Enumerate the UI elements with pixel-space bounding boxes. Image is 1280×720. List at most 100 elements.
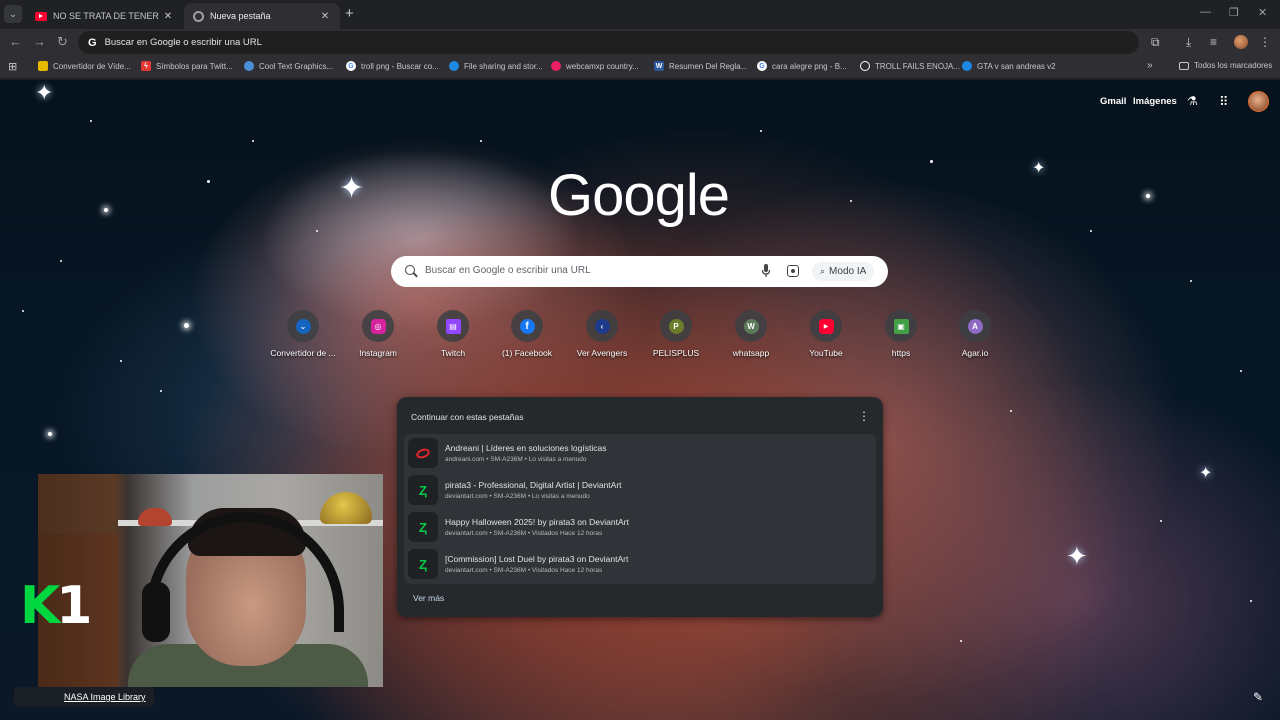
item-title: Andreani | Líderes en soluciones logísti… xyxy=(445,443,607,453)
labs-flask-icon[interactable]: ⚗ xyxy=(1187,94,1198,108)
restore-icon[interactable]: ❐ xyxy=(1229,6,1239,19)
customize-pencil-icon[interactable]: ✎ xyxy=(1253,690,1263,704)
menu-icon[interactable]: ⋮ xyxy=(1259,34,1271,50)
ai-mode-button[interactable]: ⌕ Modo IA xyxy=(812,262,875,281)
shortcut-label: YouTube xyxy=(809,348,843,358)
tab-youtube[interactable]: NO SE TRATA DE TENER EL PIN ✕ xyxy=(27,3,183,29)
letter-a-icon: A xyxy=(967,318,983,334)
star xyxy=(930,160,933,163)
ai-mode-label: Modo IA xyxy=(829,266,867,277)
shortcut-facebook[interactable]: f (1) Facebook xyxy=(490,310,564,358)
profile-avatar[interactable] xyxy=(1234,35,1248,49)
more-options-icon[interactable]: ⋮ xyxy=(858,409,870,423)
apps-grid-icon[interactable]: ⊞ xyxy=(8,60,17,73)
gmail-link[interactable]: Gmail xyxy=(1100,96,1126,107)
item-subtitle: deviantart.com • SM-A236M • Lo visitas a… xyxy=(445,493,590,500)
shortcut-youtube[interactable]: ▶ YouTube xyxy=(789,310,863,358)
account-avatar[interactable] xyxy=(1248,91,1269,112)
star xyxy=(160,390,162,392)
reload-icon[interactable]: ↻ xyxy=(57,34,68,50)
see-more-link[interactable]: Ver más xyxy=(413,593,444,603)
star xyxy=(104,208,108,212)
bookmark-item[interactable]: W Resumen Del Regla... xyxy=(654,61,747,71)
google-lens-icon[interactable] xyxy=(787,265,799,277)
extensions-icon[interactable]: ⧉ xyxy=(1151,34,1160,50)
new-tab-page: ✦ ✦ ✦ ✦ ✦ Gmail Imágenes ⚗ ⠿ Google Busc… xyxy=(0,80,1280,720)
back-icon[interactable]: ← xyxy=(9,34,22,50)
list-item[interactable]: Andreani | Líderes en soluciones logísti… xyxy=(404,434,876,471)
bookmark-item[interactable]: Cool Text Graphics... xyxy=(244,61,333,71)
deviantart-icon: Ⱬ xyxy=(408,475,438,505)
shortcut-https[interactable]: ▣ https xyxy=(864,310,938,358)
minimize-icon[interactable]: — xyxy=(1200,6,1211,18)
youtube-icon: ▶ xyxy=(818,318,834,334)
bookmark-label: Símbolos para Twitt... xyxy=(156,61,233,71)
search-box[interactable]: Buscar en Google o escribir una URL ⌕ Mo… xyxy=(391,256,888,287)
star xyxy=(316,230,318,232)
bookmark-label: Todos los marcadores xyxy=(1194,61,1273,70)
bookmark-item[interactable]: ϟ Símbolos para Twitt... xyxy=(141,61,233,71)
logo-k: K xyxy=(20,576,60,636)
tab-search-button[interactable]: ⌄ xyxy=(4,5,22,23)
webcam-background xyxy=(320,492,372,524)
image-icon: ▣ xyxy=(893,318,909,334)
shortcut-label: PELISPLUS xyxy=(652,348,700,358)
list-item[interactable]: Ⱬ pirata3 - Professional, Digital Artist… xyxy=(404,471,876,508)
bookmarks-bar: ⊞ Convertidor de Víde... ϟ Símbolos para … xyxy=(0,56,1280,78)
bookmark-label: Cool Text Graphics... xyxy=(259,61,334,71)
shortcut-avengers[interactable]: ‹ Ver Avengers xyxy=(565,310,639,358)
shortcut-agario[interactable]: A Agar.io xyxy=(938,310,1012,358)
media-control-icon[interactable]: ≡ xyxy=(1210,34,1217,50)
bookmark-item[interactable]: webcamxp country... xyxy=(551,61,639,71)
chrome-icon xyxy=(860,61,870,71)
star-flare: ✦ xyxy=(35,80,54,105)
attribution-link[interactable]: NASA Image Library xyxy=(14,687,154,707)
bookmark-item[interactable]: GTA v san andreas v2 xyxy=(962,61,1056,71)
bookmark-item[interactable]: TROLL FAILS ENOJA... xyxy=(860,61,960,71)
tab-list: Andreani | Líderes en soluciones logísti… xyxy=(404,434,876,584)
more-bookmarks-icon[interactable]: » xyxy=(1147,60,1153,71)
star-flare: ✦ xyxy=(339,172,365,205)
mediafire-icon xyxy=(449,61,459,71)
item-title: pirata3 - Professional, Digital Artist |… xyxy=(445,480,622,490)
shortcut-label: (1) Facebook xyxy=(501,348,553,358)
search-icon xyxy=(405,265,415,275)
star-flare: ✦ xyxy=(1199,465,1213,482)
tab-title: NO SE TRATA DE TENER EL PIN xyxy=(53,11,161,21)
search-placeholder: Buscar en Google o escribir una URL xyxy=(425,265,591,276)
shortcut-pelisplus[interactable]: P PELISPLUS xyxy=(639,310,713,358)
close-window-icon[interactable]: ✕ xyxy=(1258,6,1267,19)
channel-logo: K1 xyxy=(20,580,93,632)
bookmark-item[interactable]: File sharing and stor... xyxy=(449,61,543,71)
item-subtitle: andreani.com • SM-A236M • Lo visitas a m… xyxy=(445,456,587,463)
logo-1: 1 xyxy=(56,576,92,636)
letter-p-icon: P xyxy=(668,318,684,334)
star xyxy=(1146,194,1150,198)
star xyxy=(480,140,482,142)
list-item[interactable]: Ⱬ Happy Halloween 2025! by pirata3 on De… xyxy=(404,508,876,545)
deviantart-icon: Ⱬ xyxy=(408,549,438,579)
all-bookmarks-folder[interactable]: Todos los marcadores xyxy=(1179,61,1272,70)
google-icon: G xyxy=(757,61,767,71)
google-apps-icon[interactable]: ⠿ xyxy=(1219,94,1229,110)
bookmark-item[interactable]: Gtroll png - Buscar co... xyxy=(346,61,439,71)
bookmark-item[interactable]: Gcara alegre png - B... xyxy=(757,61,847,71)
bookmark-label: webcamxp country... xyxy=(566,61,639,71)
shortcut-converter[interactable]: ⌄ Convertidor de ... xyxy=(266,310,340,358)
new-tab-button[interactable]: + xyxy=(345,6,354,22)
close-tab-icon[interactable]: ✕ xyxy=(161,11,175,22)
list-item[interactable]: Ⱬ [Commission] Lost Duel by pirata3 on D… xyxy=(404,545,876,582)
star xyxy=(1090,230,1092,232)
shortcut-instagram[interactable]: ◎ Instagram xyxy=(341,310,415,358)
instagram-icon: ◎ xyxy=(370,318,386,334)
close-tab-icon[interactable]: ✕ xyxy=(318,11,332,22)
download-icon[interactable]: ⤓ xyxy=(1186,34,1191,50)
shortcut-twitch[interactable]: ▤ Twitch xyxy=(416,310,490,358)
microphone-icon[interactable] xyxy=(762,264,770,278)
forward-icon[interactable]: → xyxy=(33,34,46,50)
omnibox[interactable]: G Buscar en Google o escribir una URL xyxy=(78,31,1139,54)
tab-new-tab[interactable]: Nueva pestaña ✕ xyxy=(184,3,340,29)
bookmark-item[interactable]: Convertidor de Víde... xyxy=(38,61,131,71)
images-link[interactable]: Imágenes xyxy=(1133,96,1177,107)
shortcut-whatsapp[interactable]: W whatsapp xyxy=(714,310,788,358)
